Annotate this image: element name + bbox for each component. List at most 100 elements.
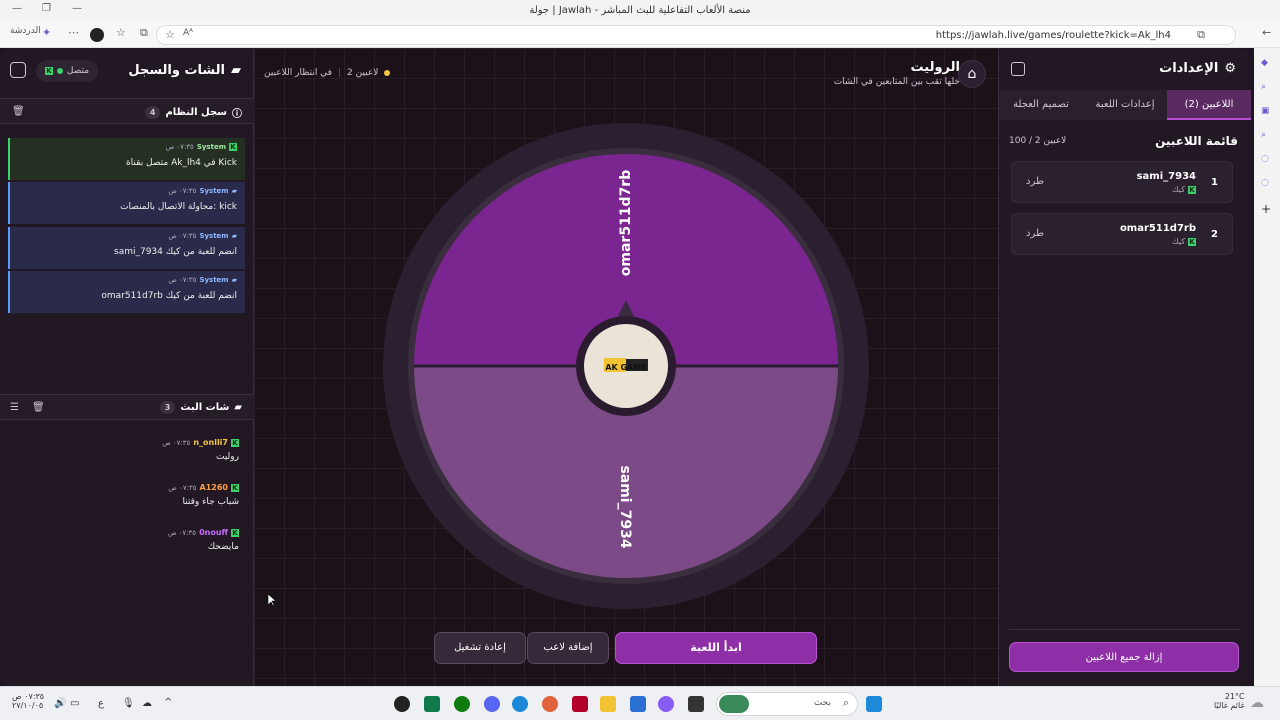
chat-title: الشات والسجل ▰ [128, 63, 241, 78]
store-icon[interactable] [630, 696, 646, 712]
settings-panel: الإعدادات ⚙ اللاعبين (2) إعدادات اللعبة … [998, 48, 1251, 686]
browser-sidebar: ◆ ⌕ ▣ ⌕ ◌ ◌ + [1254, 48, 1280, 684]
copy-icon[interactable]: ⧉ [1197, 28, 1205, 42]
msg-text: شباب جاء وقتنا [182, 497, 239, 507]
player-list-count: 100 / 2 لاعبين [1009, 136, 1067, 146]
clock-time: ٠٧:٣٥ ص [12, 692, 45, 701]
network-icon[interactable]: ▭ [70, 698, 79, 709]
xbox-icon[interactable] [454, 696, 470, 712]
chat-message: ٠٧:٣٥ ص 0nouff K مايضحك [39, 528, 239, 552]
msg-time: ٠٧:٣٥ ص [167, 528, 197, 537]
stream-chat-count: 3 [159, 401, 176, 414]
copilot-icon[interactable]: ✦ [42, 26, 51, 39]
file-explorer-icon[interactable] [600, 696, 616, 712]
tab-players[interactable]: اللاعبين (2) [1167, 90, 1251, 120]
collapse-panel-icon[interactable] [10, 62, 26, 78]
collapse-settings-icon[interactable] [1011, 62, 1025, 76]
system-log-header: 🗑 4 سجل النظام ⓘ [0, 98, 254, 124]
add-player-button[interactable]: إضافة لاعب [527, 632, 609, 664]
jawlah-icon[interactable]: ◌ [1261, 154, 1269, 164]
msg-user: 0nouff [199, 528, 228, 537]
discord-icon[interactable] [484, 696, 500, 712]
stream-chat-title-text: شات البث [180, 402, 230, 413]
start-game-button[interactable]: ابدأ اللعبة [615, 632, 817, 664]
tab-wheel-design[interactable]: تصميم العجلة [999, 90, 1083, 120]
player-index: 2 [1211, 229, 1218, 240]
chat-panel: K متصل الشات والسجل ▰ 🗑 4 سجل النظام ⓘ ٠… [0, 48, 254, 686]
chat-label[interactable]: الدردشة [10, 26, 41, 36]
wheel-label-bottom: sami_7934 [617, 465, 633, 548]
game-area: في انتظار اللاعبين | 2 لاعبين الروليت خل… [254, 48, 998, 686]
connected-label: متصل [66, 66, 90, 76]
acrobat-icon[interactable] [572, 696, 588, 712]
bing-icon[interactable]: ◆ [1261, 58, 1268, 68]
favorite-star-icon[interactable]: ☆ [165, 28, 175, 41]
chat-icon: ▰ [231, 63, 241, 78]
system-icon: ▰ [231, 276, 237, 284]
reader-icon[interactable]: Aᴬ [183, 28, 193, 38]
player-list-title: قائمة اللاعبين [1155, 134, 1238, 148]
clear-log-trash-icon[interactable]: 🗑 [12, 106, 25, 117]
remove-all-players-button[interactable]: إزالة جميع اللاعبين [1009, 642, 1239, 672]
filter-icon[interactable]: ☰ [10, 402, 19, 413]
platform-label: كيك [1172, 185, 1185, 194]
player-platform: كيك K [1172, 185, 1196, 194]
chat-bubble-icon: ▰ [234, 402, 242, 413]
app-icon[interactable] [542, 696, 558, 712]
kick-icon: K [1188, 185, 1196, 194]
msg-time: ٠٧:٣٥ ص [162, 438, 191, 447]
url-text: https://jawlah.live/games/roulette?kick=… [935, 30, 1171, 41]
jawlah-icon-2[interactable]: ◌ [1261, 178, 1269, 188]
tab-game-settings[interactable]: إعدادات اللعبة [1083, 90, 1167, 120]
more-icon[interactable]: ⋯ [68, 26, 79, 39]
kick-icon: K [231, 483, 239, 492]
clock[interactable]: ٠٧:٣٥ ص ٢٧/١٠/٠٥ [12, 692, 44, 710]
mic-icon[interactable]: 🎙 [122, 698, 135, 709]
taskbar-search[interactable]: بحث ⌕ [716, 692, 858, 716]
player-name: sami_7934 [1136, 171, 1196, 182]
system-log-title-text: سجل النظام [165, 107, 227, 118]
app-icon[interactable] [394, 696, 410, 712]
start-icon[interactable] [866, 696, 882, 712]
kick-player-button[interactable]: طرد [1026, 176, 1044, 187]
search-icon-2[interactable]: ⌕ [1261, 130, 1266, 140]
copilot-icon[interactable] [658, 696, 674, 712]
player-row: 2 omar511d7rb كيك K طرد [1011, 213, 1233, 255]
weather[interactable]: 21°C غائم غالبًا [1214, 692, 1245, 710]
system-icon: ▰ [231, 187, 237, 195]
terminal-icon[interactable] [688, 696, 704, 712]
url-field[interactable]: ☆ Aᴬ https://jawlah.live/games/roulette?… [156, 25, 1236, 45]
system-icon: ▰ [231, 232, 237, 240]
log-time: ٠٧:٣٥ ص [168, 276, 197, 284]
volume-icon[interactable]: 🔊 [54, 698, 66, 709]
weather-temp: 21°C [1224, 692, 1245, 701]
game-subtitle: خلها تقب بين المتابعين في الشات [833, 77, 960, 87]
window-titlebar: — ❐ — جولة | Jawlah - منصة الألعاب التفا… [0, 0, 1280, 22]
stream-chat-title: 3 شات البث ▰ [159, 401, 242, 414]
msg-text: روليت [216, 452, 239, 462]
app-icon[interactable] [424, 696, 440, 712]
add-icon[interactable]: + [1261, 202, 1271, 216]
kick-player-button[interactable]: طرد [1026, 228, 1044, 239]
log-entry: ٠٧:٣٥ ص System K متصل بقناة Ak_lh4 في Kick [8, 138, 245, 180]
restart-button[interactable]: إعادة تشغيل [434, 632, 526, 664]
app-icon[interactable]: ▣ [1261, 106, 1270, 116]
chevron-up-icon[interactable]: ^ [164, 697, 172, 708]
home-icon[interactable]: ⌂ [958, 60, 986, 88]
kick-icon: K [229, 143, 237, 151]
edge-icon[interactable] [512, 696, 528, 712]
back-icon[interactable]: ← [1262, 26, 1271, 39]
extensions-icon[interactable]: ⧉ [140, 26, 148, 40]
players-count: 2 لاعبين [347, 68, 379, 78]
cloud-icon[interactable]: ☁ [142, 698, 152, 709]
favorites-icon[interactable]: ☆ [116, 26, 126, 39]
language-indicator[interactable]: ع [98, 698, 104, 709]
connection-status: K متصل [36, 60, 98, 82]
clear-chat-trash-icon[interactable]: 🗑 [32, 402, 45, 413]
search-icon: ⌕ [842, 696, 849, 709]
roulette-wheel[interactable]: omar511d7rb sami_7934 AK GAME [254, 108, 998, 668]
chat-title-text: الشات والسجل [128, 63, 225, 78]
search-icon[interactable]: ⌕ [1261, 82, 1266, 92]
profile-icon[interactable] [90, 28, 104, 42]
kick-icon: K [231, 528, 239, 537]
